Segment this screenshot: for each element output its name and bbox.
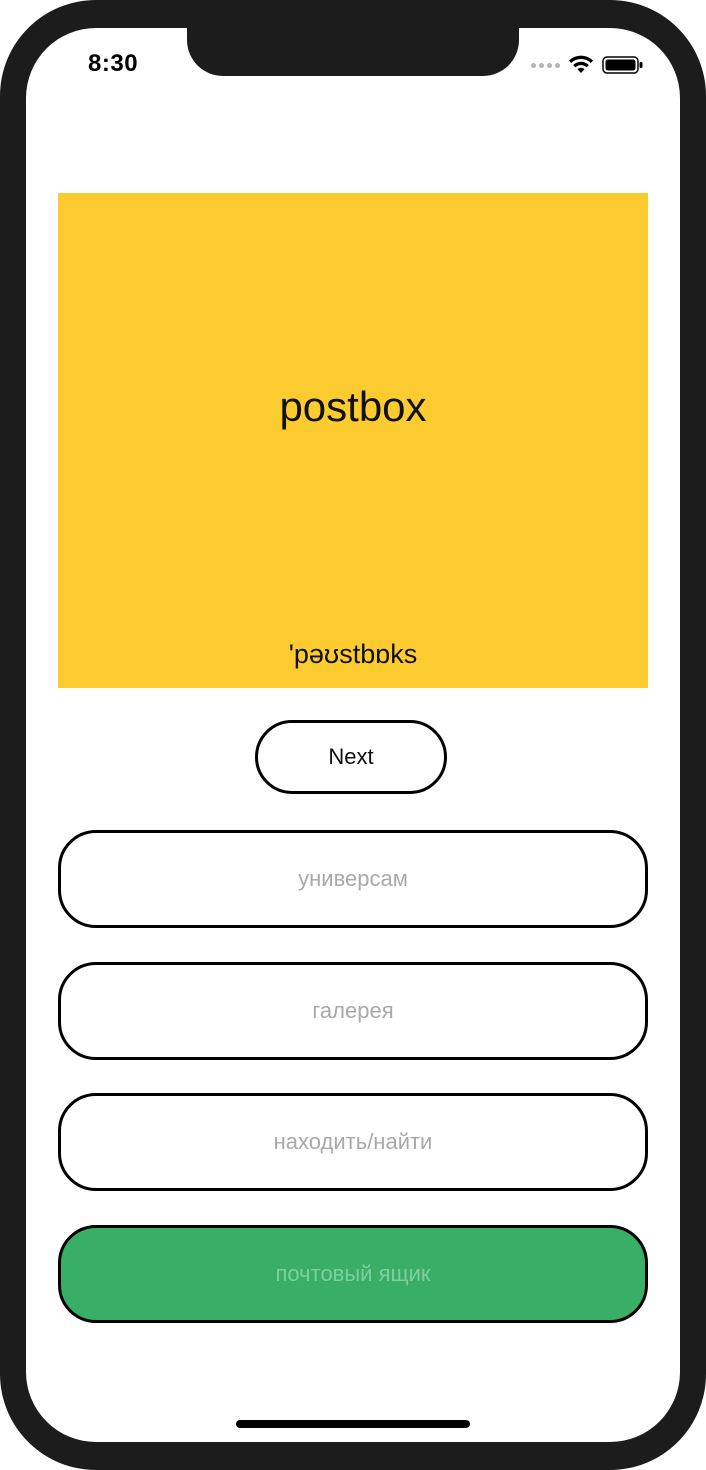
- card-word: postbox: [279, 383, 427, 430]
- status-time: 8:30: [88, 50, 139, 77]
- option-button-1[interactable]: универсам: [58, 830, 648, 928]
- option-button-4-correct[interactable]: почтовый ящик: [58, 1225, 648, 1323]
- word-card: postbox 'pəʊstbɒks: [58, 193, 648, 688]
- signal-dots-icon: [531, 62, 560, 68]
- status-icons: [531, 54, 644, 76]
- device-frame: 8:30 postbox 'pəʊstbɒks Next универсам г…: [0, 0, 706, 1470]
- card-transcription: 'pəʊstbɒks: [288, 639, 418, 669]
- wifi-icon: [569, 55, 593, 73]
- next-button[interactable]: Next: [255, 720, 447, 794]
- device-notch: [187, 28, 519, 76]
- app-screen: 8:30 postbox 'pəʊstbɒks Next универсам г…: [26, 28, 680, 1442]
- battery-icon: [602, 56, 643, 74]
- option-button-2[interactable]: галерея: [58, 962, 648, 1060]
- option-button-3[interactable]: находить/найти: [58, 1093, 648, 1191]
- home-indicator[interactable]: [236, 1420, 470, 1428]
